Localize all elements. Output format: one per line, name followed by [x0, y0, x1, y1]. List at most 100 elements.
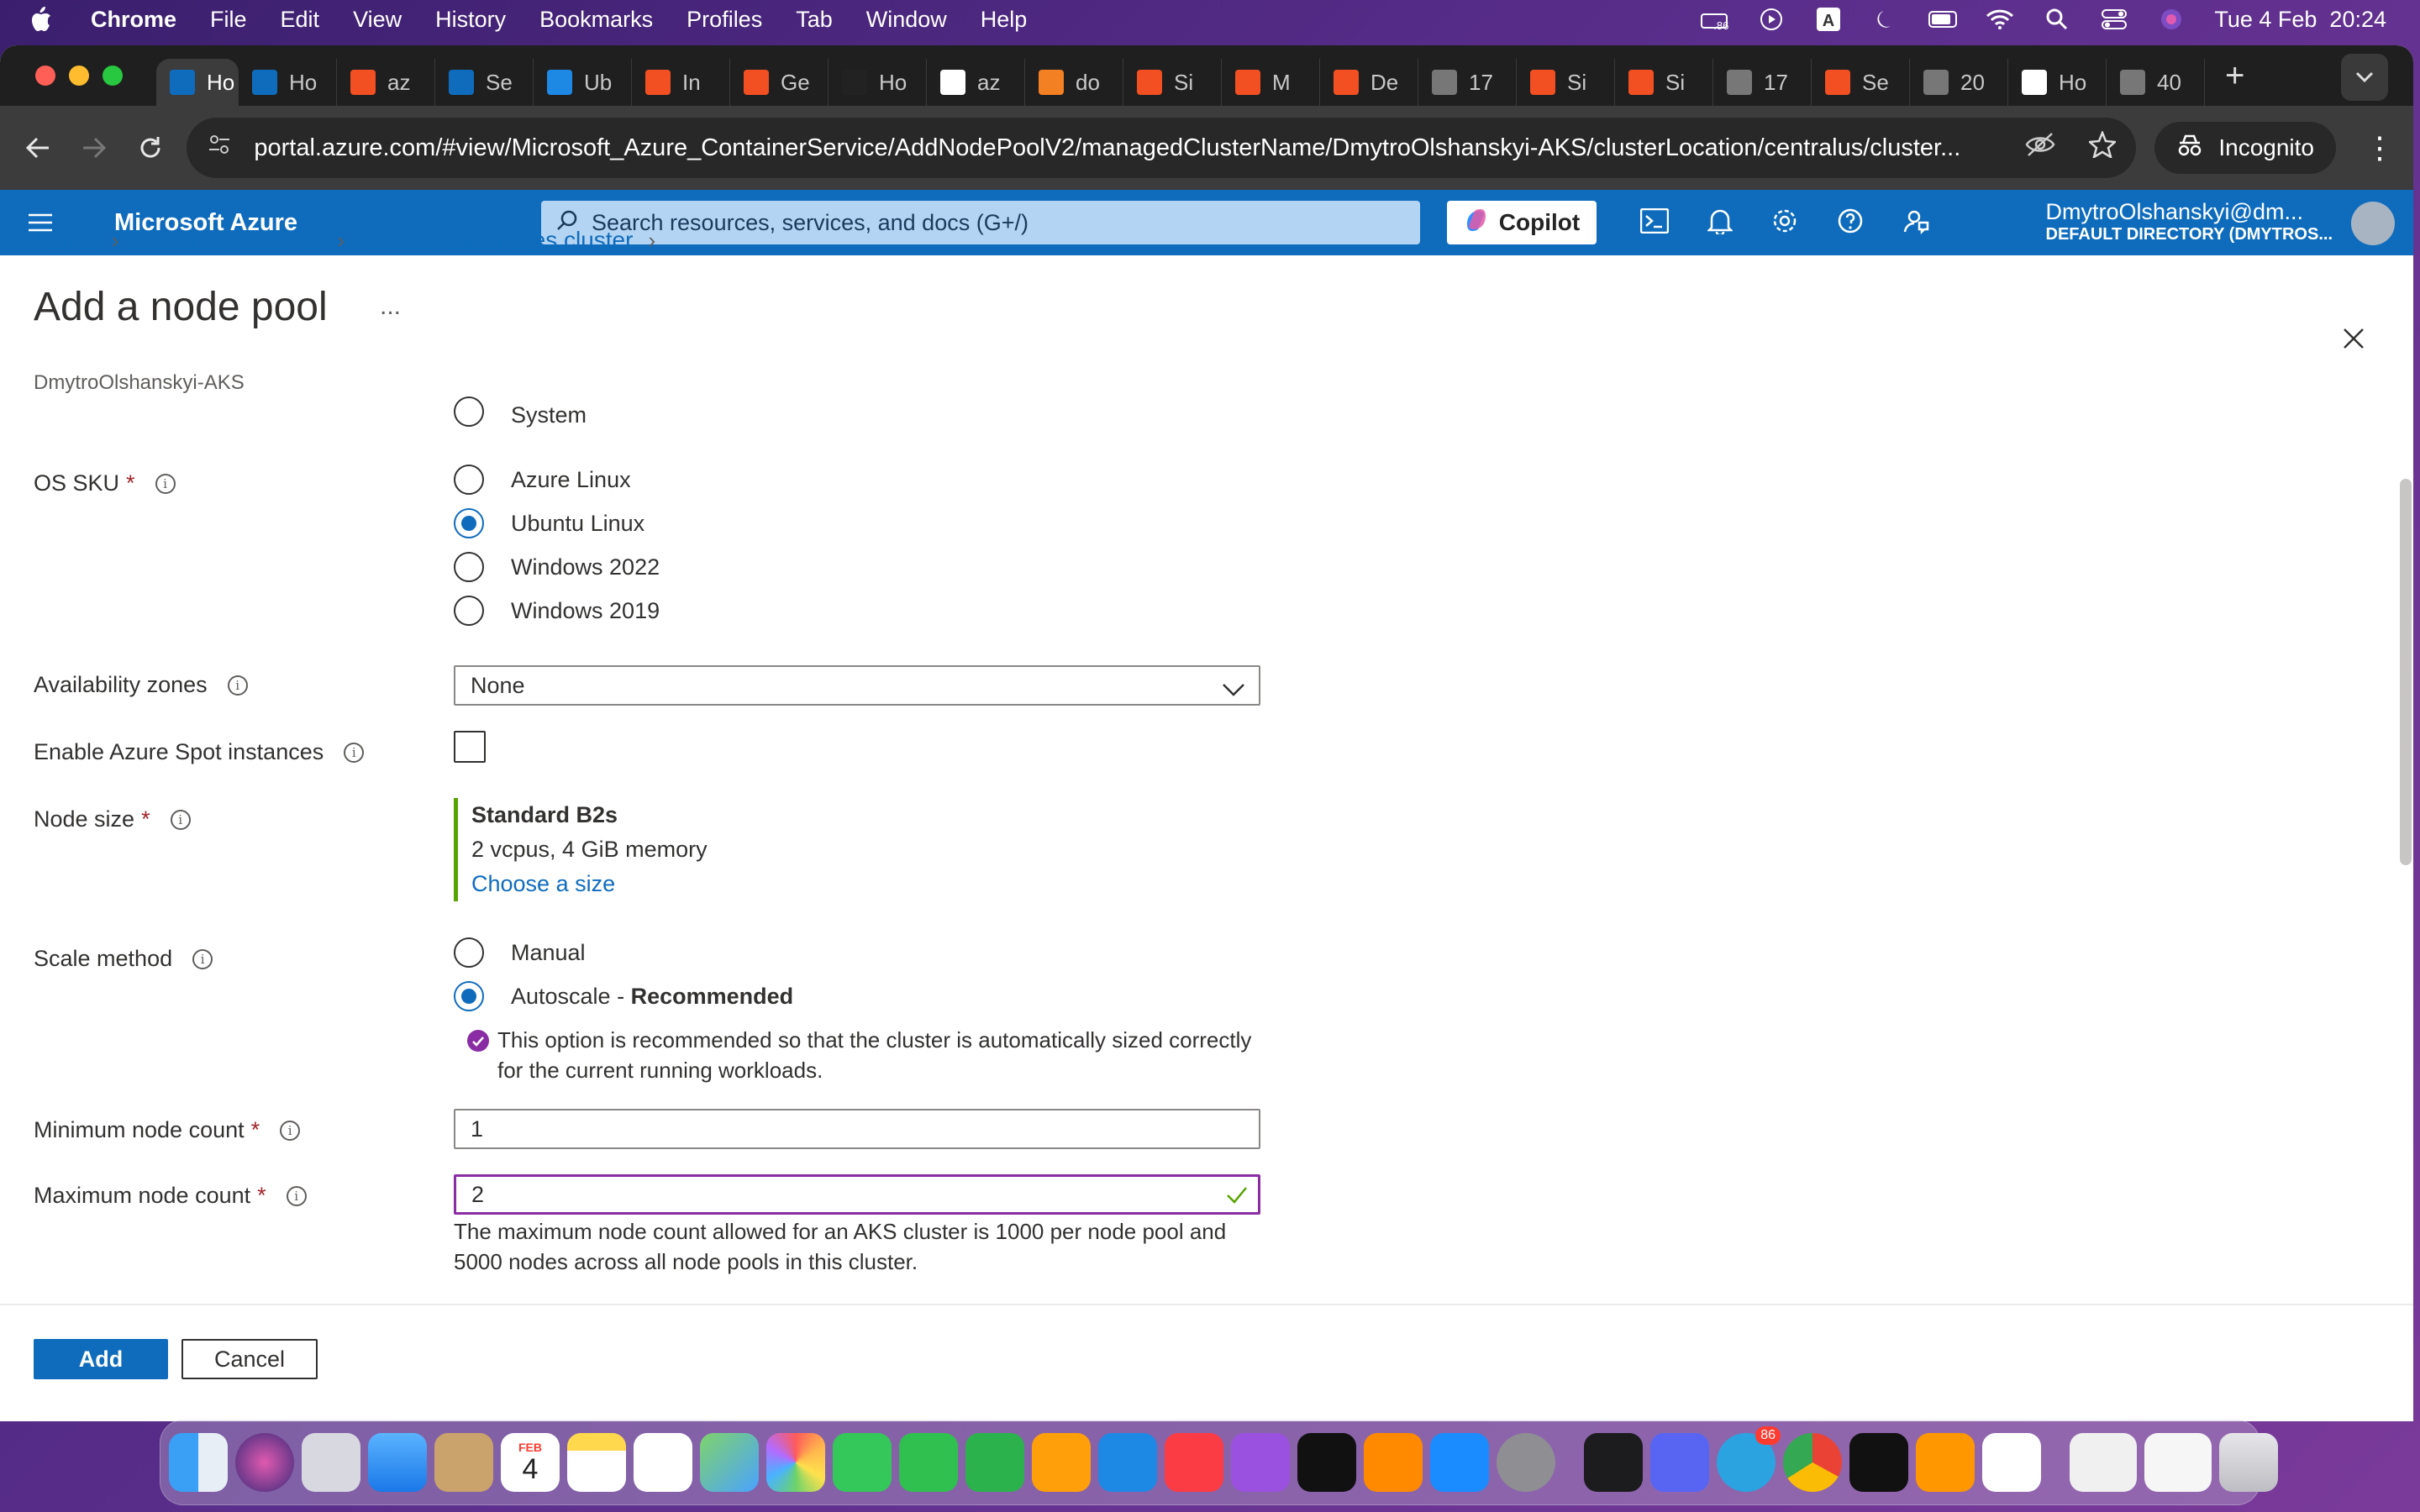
info-icon[interactable]: i	[227, 675, 248, 696]
browser-tab[interactable]: Se	[435, 59, 534, 106]
browser-tab[interactable]: 17	[1418, 59, 1517, 106]
menu-profiles[interactable]: Profiles	[687, 7, 762, 33]
breadcrumb-create-resource[interactable]: Create a resource	[134, 227, 322, 254]
browser-tab[interactable]: az	[337, 59, 435, 106]
discord-icon[interactable]	[1650, 1433, 1709, 1492]
settings-gear-icon[interactable]	[1771, 207, 1798, 239]
browser-tab[interactable]: Si	[1615, 59, 1713, 106]
new-tab-button[interactable]: +	[2225, 57, 2244, 95]
tab-search-button[interactable]	[2341, 54, 2388, 101]
spot-instances-checkbox[interactable]	[454, 731, 486, 763]
url-text[interactable]: portal.azure.com/#view/Microsoft_Azure_C…	[254, 134, 2018, 162]
reload-button[interactable]	[131, 124, 171, 171]
recent-window-thumbnail[interactable]	[2144, 1433, 2212, 1492]
global-search-input[interactable]: Search resources, services, and docs (G+…	[541, 201, 1420, 244]
control-center-icon[interactable]	[2100, 7, 2128, 32]
tracking-protection-icon[interactable]	[2025, 132, 2055, 164]
finder-icon[interactable]	[169, 1433, 228, 1492]
apple-icon[interactable]	[29, 5, 54, 34]
max-node-count-input[interactable]: 2	[454, 1174, 1260, 1215]
contacts-icon[interactable]	[434, 1433, 493, 1492]
moon-icon[interactable]	[1871, 7, 1900, 32]
browser-tab[interactable]: Ho	[829, 59, 927, 106]
battery-icon[interactable]	[1928, 7, 1958, 32]
scrollbar[interactable]	[2400, 479, 2412, 865]
browser-tab[interactable]: Ub	[534, 59, 632, 106]
chrome-icon[interactable]	[1783, 1433, 1842, 1492]
siri-app-icon[interactable]	[235, 1433, 294, 1492]
info-icon[interactable]: i	[280, 1120, 301, 1141]
info-icon[interactable]: i	[155, 473, 176, 494]
menu-help[interactable]: Help	[981, 7, 1028, 33]
forward-button[interactable]	[75, 124, 114, 171]
browser-tab[interactable]: Se	[1812, 59, 1910, 106]
feedback-icon[interactable]	[1902, 207, 1929, 239]
browser-tab[interactable]: Si	[1123, 59, 1222, 106]
apple-tv-icon[interactable]	[1297, 1433, 1356, 1492]
wifi-icon[interactable]	[1986, 7, 2014, 32]
browser-menu-button[interactable]: ⋮	[2365, 130, 2395, 165]
clock[interactable]: Tue 4 Feb 20:24	[2214, 7, 2386, 33]
notes-icon[interactable]	[567, 1433, 626, 1492]
zoom-window-button[interactable]	[103, 66, 123, 86]
menu-file[interactable]: File	[210, 7, 247, 33]
add-button[interactable]: Add	[34, 1339, 168, 1379]
avatar[interactable]	[2351, 202, 2395, 245]
cancel-button[interactable]: Cancel	[182, 1339, 318, 1379]
bookmark-star-icon[interactable]	[2087, 129, 2118, 165]
os-sku-radio-azure-linux[interactable]: Azure Linux	[454, 465, 631, 495]
scale-radio-manual[interactable]: Manual	[454, 937, 586, 968]
os-sku-radio-windows-2022[interactable]: Windows 2022	[454, 552, 660, 582]
info-icon[interactable]: i	[286, 1185, 307, 1206]
photos-icon[interactable]	[766, 1433, 825, 1492]
menu-history[interactable]: History	[435, 7, 506, 33]
choose-size-link[interactable]: Choose a size	[471, 867, 708, 901]
books-icon[interactable]	[1364, 1433, 1423, 1492]
min-node-count-input[interactable]: 1	[454, 1109, 1260, 1149]
system-settings-icon[interactable]	[1497, 1433, 1555, 1492]
podcasts-icon[interactable]	[1231, 1433, 1290, 1492]
facetime-icon[interactable]	[899, 1433, 958, 1492]
availability-zones-dropdown[interactable]: None	[454, 665, 1260, 706]
messages-icon[interactable]	[833, 1433, 892, 1492]
os-sku-radio-windows-2019[interactable]: Windows 2019	[454, 596, 660, 626]
browser-tab[interactable]: Ho	[239, 59, 337, 106]
activity-monitor-status-icon[interactable]: .86	[1700, 7, 1728, 32]
numbers-icon[interactable]	[965, 1433, 1024, 1492]
reminders-icon[interactable]	[634, 1433, 692, 1492]
mode-radio-system[interactable]: System	[454, 395, 587, 428]
help-question-icon[interactable]	[1837, 207, 1864, 239]
browser-tab[interactable]: 20	[1910, 59, 2008, 106]
account-menu[interactable]: DmytroOlshanskyi@dm... DEFAULT DIRECTORY…	[2046, 199, 2333, 243]
menu-tab[interactable]: Tab	[796, 7, 833, 33]
recent-document-thumbnail[interactable]	[2070, 1433, 2137, 1492]
info-icon[interactable]: i	[192, 948, 213, 969]
pages-icon[interactable]	[1032, 1433, 1091, 1492]
menu-app-name[interactable]: Chrome	[91, 7, 176, 33]
address-bar[interactable]: portal.azure.com/#view/Microsoft_Azure_C…	[187, 118, 2137, 178]
os-sku-radio-ubuntu-linux[interactable]: Ubuntu Linux	[454, 508, 644, 538]
menu-edit[interactable]: Edit	[281, 7, 320, 33]
input-source-icon[interactable]: A	[1814, 7, 1843, 32]
close-window-button[interactable]	[35, 66, 55, 86]
info-icon[interactable]: i	[344, 742, 365, 763]
incognito-badge[interactable]: Incognito	[2154, 122, 2336, 174]
site-info-icon[interactable]	[207, 132, 232, 164]
mail-icon[interactable]	[368, 1433, 427, 1492]
browser-tab[interactable]: Ge	[730, 59, 829, 106]
browser-tab[interactable]: De	[1320, 59, 1418, 106]
cloud-shell-icon[interactable]	[1639, 207, 1670, 238]
maps-icon[interactable]	[700, 1433, 759, 1492]
telegram-icon[interactable]: 86	[1717, 1426, 1781, 1492]
close-icon[interactable]	[2343, 328, 2365, 354]
trash-icon[interactable]	[2219, 1433, 2278, 1492]
minimize-window-button[interactable]	[69, 66, 89, 86]
breadcrumb-home[interactable]: Home	[34, 227, 97, 254]
app-store-icon[interactable]	[1430, 1433, 1489, 1492]
menu-window[interactable]: Window	[866, 7, 947, 33]
spotlight-search-icon[interactable]	[2043, 7, 2071, 32]
sublime-text-icon[interactable]	[1916, 1433, 1975, 1492]
menu-view[interactable]: View	[353, 7, 402, 33]
siri-icon[interactable]	[2157, 7, 2186, 32]
info-icon[interactable]: i	[170, 809, 191, 830]
